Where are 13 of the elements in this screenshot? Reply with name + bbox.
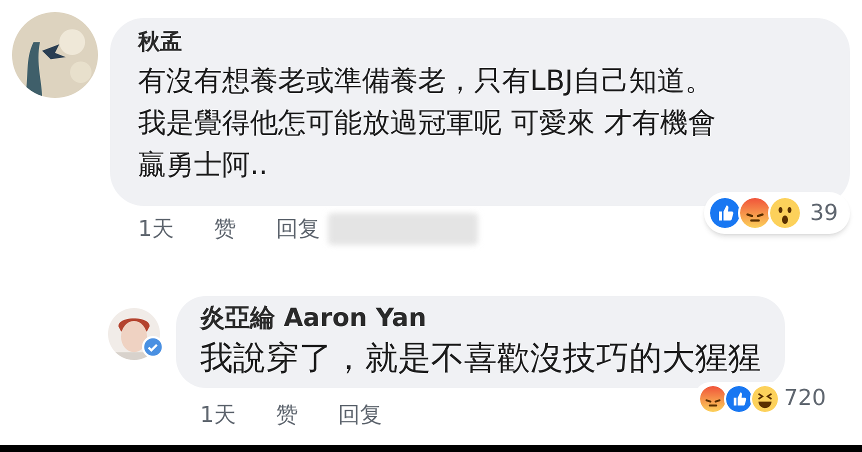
timestamp[interactable]: 1天 [200, 398, 236, 432]
timestamp[interactable]: 1天 [138, 212, 174, 246]
comment-text: 有沒有想養老或準備養老，只有LBJ自己知道。我是覺得他怎可能放過冠軍呢 可愛來 才有機會贏勇士阿.. [138, 63, 717, 183]
comment-text: 我說穿了，就是不喜歡沒技巧的大猩猩 [200, 337, 761, 379]
reply-link[interactable]: 回复 [338, 398, 382, 432]
like-link[interactable]: 赞 [276, 398, 298, 432]
reaction-count: 720 [784, 385, 827, 413]
reactions-pill[interactable]: 39 [704, 192, 850, 234]
like-link[interactable]: 赞 [214, 212, 236, 246]
reaction-count: 39 [810, 200, 839, 228]
author-name[interactable]: 炎亞綸 Aaron Yan [200, 300, 761, 336]
reply-link[interactable]: 回复 [276, 212, 320, 246]
author-name[interactable]: 秋孟 [138, 26, 822, 60]
